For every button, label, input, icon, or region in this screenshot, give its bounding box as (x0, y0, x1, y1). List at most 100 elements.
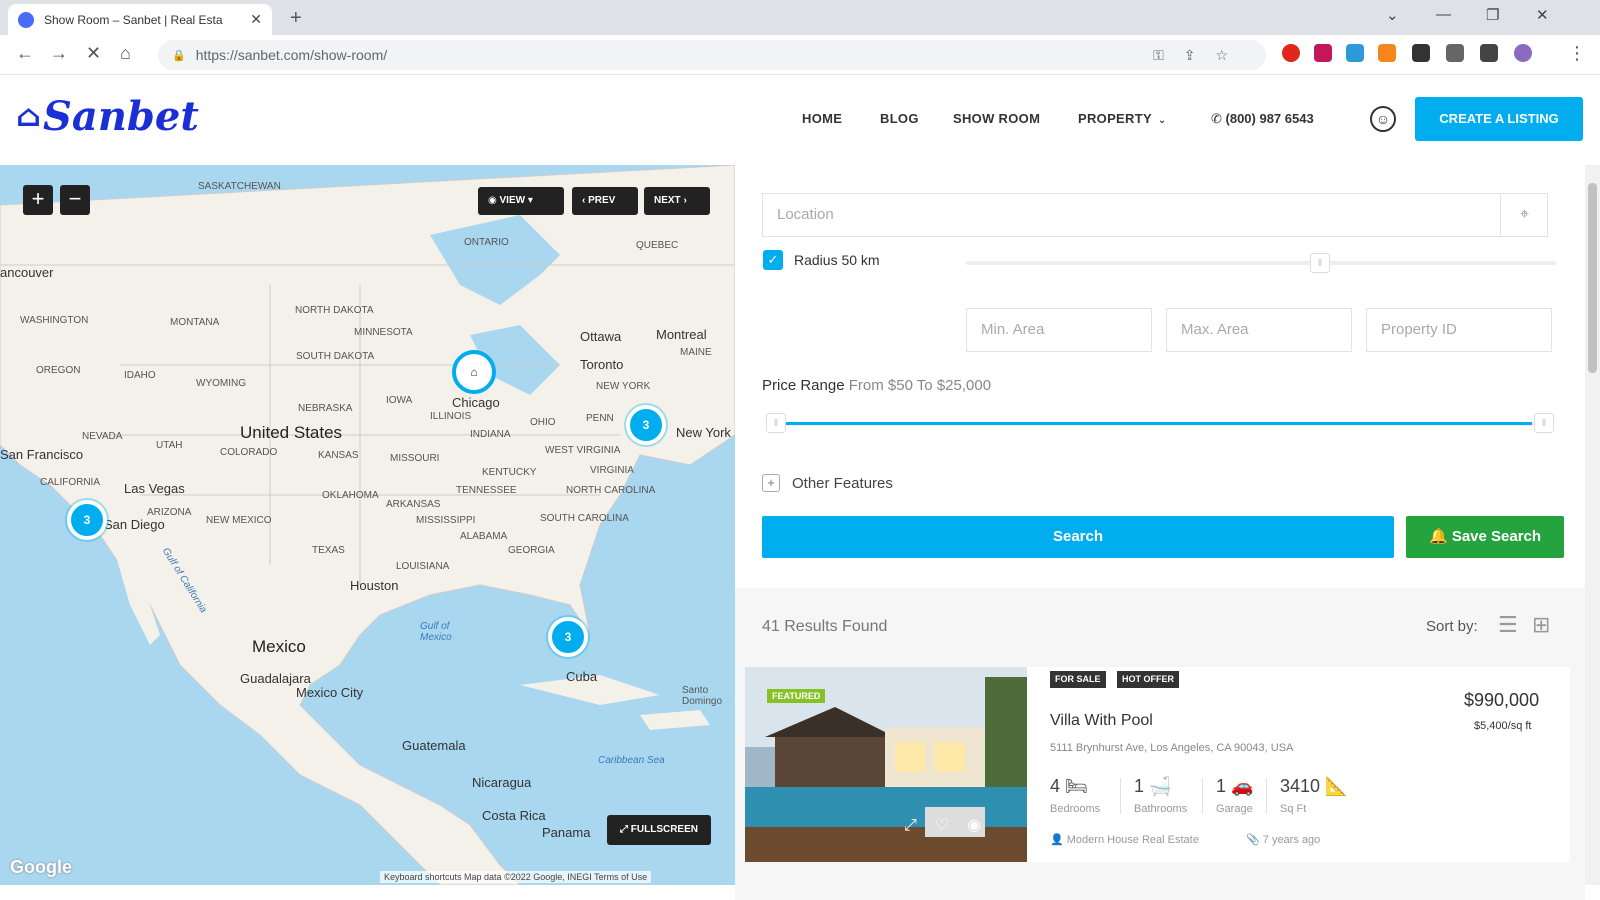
side-panel-icon[interactable] (1480, 44, 1498, 62)
map-cluster[interactable]: 3 (67, 500, 107, 540)
phone-number[interactable]: ✆ (800) 987 6543 (1211, 111, 1314, 127)
scrollbar-thumb[interactable] (1588, 183, 1597, 373)
map-label-indiana: INDIANA (470, 429, 511, 440)
address-bar[interactable]: 🔒 https://sanbet.com/show-room/ ⚿⇪☆ (158, 40, 1266, 70)
map-label-nicaragua: Nicaragua (472, 775, 532, 790)
user-account-icon[interactable]: ☺ (1370, 106, 1396, 132)
radius-slider-handle[interactable]: ⦀ (1310, 253, 1330, 273)
site-header: ⌂ Sanbet HOME BLOG SHOW ROOM PROPERTY ⌄ ✆… (0, 75, 1600, 165)
grid-view-icon[interactable]: ⊞ (1532, 612, 1550, 638)
map-label-cuba: Cuba (566, 669, 598, 684)
restore-icon[interactable]: ❐ (1486, 6, 1499, 24)
nav-show-room[interactable]: SHOW ROOM (953, 111, 1040, 126)
map-label-oklahoma: OKLAHOMA (322, 490, 379, 501)
map-label-saskatchewan: SASKATCHEWAN (198, 181, 281, 192)
min-area-input[interactable]: Min. Area (966, 308, 1152, 352)
tab-search-icon[interactable]: ⌄ (1386, 6, 1399, 24)
map-label-west-virginia: WEST VIRGINIA (545, 445, 621, 456)
chevron-down-icon: ⌄ (1157, 115, 1167, 126)
radius-slider[interactable] (966, 261, 1556, 265)
map-pin-chicago[interactable]: ⌂ (452, 350, 496, 394)
nav-property[interactable]: PROPERTY ⌄ (1078, 111, 1167, 126)
site-logo[interactable]: ⌂ Sanbet (16, 93, 199, 140)
garage-icon: 🚗 (1231, 776, 1254, 796)
for-sale-tag[interactable]: FOR SALE (1050, 671, 1106, 688)
listing-posted: 📎 7 years ago (1246, 833, 1320, 846)
browser-toolbar: ← → ✕ ⌂ 🔒 https://sanbet.com/show-room/ … (0, 35, 1600, 75)
other-features-toggle[interactable]: + Other Features (762, 474, 893, 492)
map-label-south-carolina: SOUTH CAROLINA (540, 513, 629, 524)
extension-icon[interactable] (1346, 44, 1364, 62)
map-label-washington: WASHINGTON (20, 315, 89, 326)
map-cluster[interactable]: 3 (548, 617, 588, 657)
stat-divider (1202, 778, 1203, 814)
image-action-icons[interactable]: ⤢♡◉ (904, 815, 999, 835)
map-attribution[interactable]: Keyboard shortcuts Map data ©2022 Google… (380, 871, 652, 883)
map-label-missouri: MISSOURI (390, 453, 440, 464)
sort-by-dropdown[interactable]: Sort by: (1426, 618, 1478, 635)
map-label-north-dakota: NORTH DAKOTA (295, 305, 374, 316)
fullscreen-button[interactable]: ⤢ FULLSCREEN (607, 815, 711, 845)
stop-loading-icon[interactable]: ✕ (86, 43, 101, 64)
listing-price: $990,000 (1464, 690, 1540, 710)
logo-text: Sanbet (43, 93, 199, 140)
save-search-button[interactable]: 🔔 Save Search (1406, 516, 1564, 558)
stat-divider (1266, 778, 1267, 814)
heart-icon[interactable]: ♡ (935, 817, 967, 834)
opera-extension-icon[interactable] (1282, 44, 1300, 62)
browser-tab[interactable]: Show Room – Sanbet | Real Esta ✕ (8, 4, 272, 35)
extension-icon[interactable] (1314, 44, 1332, 62)
view-button[interactable]: ◉ VIEW ▾ (478, 187, 564, 215)
url-text: https://sanbet.com/show-room/ (195, 47, 388, 63)
chevron-right-icon: › (680, 195, 687, 206)
list-view-icon[interactable]: ☰ (1498, 612, 1518, 638)
map-cluster[interactable]: 3 (626, 405, 666, 445)
close-window-icon[interactable]: ✕ (1536, 6, 1549, 24)
zoom-in-button[interactable]: + (23, 185, 53, 215)
home-icon[interactable]: ⌂ (120, 43, 131, 64)
view-label: VIEW (499, 195, 526, 206)
prev-button[interactable]: ‹ PREV (572, 187, 638, 215)
zoom-out-button[interactable]: − (60, 185, 90, 215)
radius-checkbox[interactable]: ✓ (763, 250, 783, 270)
map-label-guadalajara: Guadalajara (240, 671, 311, 686)
phone-icon: ✆ (1211, 111, 1226, 126)
listing-agent[interactable]: 👤 Modern House Real Estate (1050, 833, 1199, 846)
eye-icon[interactable]: ◉ (967, 817, 999, 834)
map-label-nevada: NEVADA (82, 431, 123, 442)
page-scrollbar[interactable] (1585, 165, 1600, 885)
back-icon[interactable]: ← (16, 43, 34, 64)
location-input[interactable]: Location (762, 193, 1548, 237)
hot-offer-tag[interactable]: HOT OFFER (1117, 671, 1179, 688)
property-id-input[interactable]: Property ID (1366, 308, 1552, 352)
nav-blog[interactable]: BLOG (880, 111, 919, 126)
metamask-icon[interactable] (1378, 44, 1396, 62)
extensions-puzzle-icon[interactable] (1412, 44, 1430, 62)
map-label-penn: PENN (586, 413, 614, 424)
listing-title[interactable]: Villa With Pool (1050, 712, 1153, 730)
map-label-kentucky: KENTUCKY (482, 467, 537, 478)
nav-home[interactable]: HOME (802, 111, 842, 126)
bed-icon: 🛏 (1065, 776, 1088, 796)
create-listing-button[interactable]: CREATE A LISTING (1415, 97, 1583, 141)
price-max-handle[interactable]: ⦀ (1534, 413, 1554, 433)
crosshair-icon[interactable]: ⌖ (1500, 193, 1548, 237)
map-label-nebraska: NEBRASKA (298, 403, 353, 414)
map-label-guatemala: Guatemala (402, 738, 466, 753)
menu-icon[interactable]: ⋮ (1568, 43, 1586, 64)
profile-avatar[interactable] (1514, 44, 1532, 62)
expand-icon[interactable]: ⤢ (904, 817, 935, 834)
next-button[interactable]: NEXT › (644, 187, 710, 215)
forward-icon[interactable]: → (50, 43, 68, 64)
media-icon[interactable] (1446, 44, 1464, 62)
minimize-icon[interactable]: — (1436, 6, 1451, 23)
omnibox-actions[interactable]: ⚿⇪☆ (1153, 47, 1248, 64)
new-tab-icon[interactable]: + (290, 7, 302, 30)
max-area-input[interactable]: Max. Area (1166, 308, 1352, 352)
map-label-north-carolina: NORTH CAROLINA (566, 485, 656, 496)
map[interactable]: SASKATCHEWAN ONTARIO QUEBEC ancouver WAS… (0, 165, 735, 885)
search-button[interactable]: Search (762, 516, 1394, 558)
close-tab-icon[interactable]: ✕ (250, 11, 262, 28)
price-min-handle[interactable]: ⦀ (766, 413, 786, 433)
stat-divider (1120, 778, 1121, 814)
